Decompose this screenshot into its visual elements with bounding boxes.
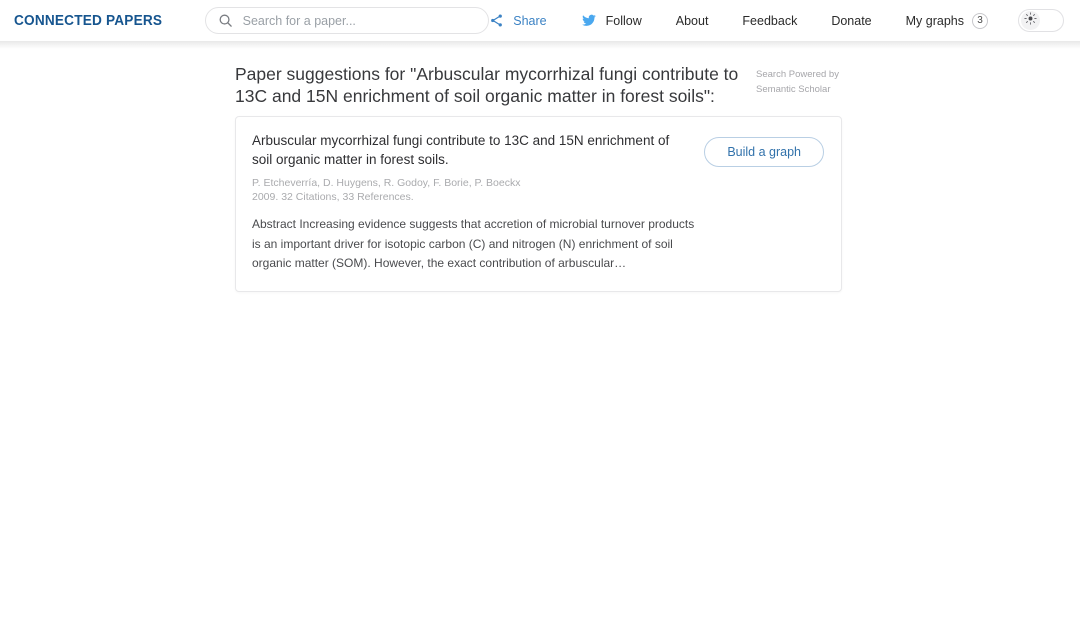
nav-item-feedback[interactable]: Feedback (742, 14, 797, 28)
paper-result-card[interactable]: Arbuscular mycorrhizal fungi contribute … (235, 116, 842, 292)
theme-toggle[interactable] (1018, 9, 1064, 32)
paper-metadata: P. Etcheverría, D. Huygens, R. Godoy, F.… (252, 177, 694, 204)
nav-label-my-graphs: My graphs (905, 13, 964, 28)
app-logo[interactable]: CONNECTED PAPERS (14, 13, 162, 29)
paper-title[interactable]: Arbuscular mycorrhizal fungi contribute … (252, 131, 684, 169)
paper-abstract: Abstract Increasing evidence suggests th… (252, 217, 695, 270)
results-header: Paper suggestions for "Arbuscular mycorr… (235, 63, 845, 107)
paper-citation-info: 2009. 32 Citations, 33 References. (252, 190, 414, 203)
nav-label-follow: Follow (605, 13, 642, 28)
search-icon (218, 13, 233, 28)
search-bar[interactable] (204, 7, 490, 34)
paper-result-body: Arbuscular mycorrhizal fungi contribute … (252, 131, 694, 274)
main-content: Paper suggestions for "Arbuscular mycorr… (0, 41, 1080, 292)
nav-item-follow[interactable]: Follow (581, 13, 642, 28)
results-container: Paper suggestions for "Arbuscular mycorr… (235, 63, 845, 292)
search-attribution: Search Powered by Semantic Scholar (756, 69, 839, 95)
nav-item-donate[interactable]: Donate (831, 14, 871, 28)
paper-authors: P. Etcheverría, D. Huygens, R. Godoy, F.… (252, 177, 521, 189)
nav-item-about[interactable]: About (676, 14, 709, 28)
twitter-bird-icon (581, 13, 597, 28)
share-icon (489, 13, 504, 28)
page-title: Paper suggestions for "Arbuscular mycorr… (235, 64, 739, 106)
header-nav: Share Follow About Feedback Donate My gr… (489, 9, 1064, 32)
sun-icon (1024, 11, 1037, 30)
search-input[interactable] (242, 13, 477, 28)
nav-label-donate: Donate (831, 13, 872, 28)
nav-label-about: About (675, 13, 709, 28)
build-a-graph-button[interactable]: Build a graph (704, 137, 824, 167)
nav-label-feedback: Feedback (742, 13, 798, 28)
nav-item-share[interactable]: Share (489, 13, 547, 28)
nav-label-share: Share (513, 13, 547, 28)
my-graphs-count-badge: 3 (972, 12, 988, 29)
app-header: CONNECTED PAPERS Share (0, 0, 1080, 49)
theme-toggle-knob (1021, 11, 1040, 30)
nav-item-my-graphs[interactable]: My graphs 3 (905, 12, 988, 29)
